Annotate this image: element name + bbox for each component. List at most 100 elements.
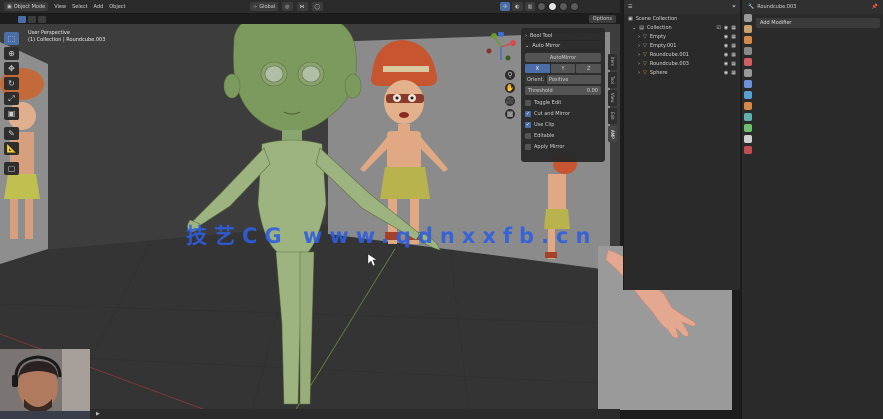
- select-mode-extend[interactable]: [28, 15, 36, 23]
- chevron-right-icon[interactable]: ›: [638, 43, 640, 49]
- xray-toggle[interactable]: ▥: [524, 2, 536, 11]
- render-tab-icon[interactable]: [744, 25, 752, 33]
- axis-z-toggle[interactable]: Z: [576, 64, 602, 73]
- checkbox[interactable]: ✓: [525, 110, 531, 117]
- move-tool[interactable]: ✥: [4, 62, 19, 75]
- camera-icon[interactable]: ▦: [731, 70, 736, 76]
- n-panel-tab-view[interactable]: View: [608, 90, 617, 106]
- outliner-item[interactable]: › ▽ Roundcube.001 ◉ ▦: [624, 50, 740, 59]
- select-box-tool[interactable]: ⬚: [4, 32, 19, 45]
- checkbox-row[interactable]: ✓ Cut and Mirror: [525, 108, 601, 119]
- chevron-right-icon[interactable]: ›: [638, 52, 640, 58]
- object-tab-icon[interactable]: [744, 80, 752, 88]
- eye-icon[interactable]: ◉: [724, 34, 728, 40]
- automirror-section-header[interactable]: ⌄ Auto Mirror: [525, 41, 601, 51]
- 3d-viewport[interactable]: User Perspective (1) Collection | Roundc…: [0, 24, 620, 419]
- measure-tool[interactable]: 📐: [4, 142, 19, 155]
- scene-collection-row[interactable]: ▣ Scene Collection: [624, 14, 740, 23]
- grid-view-icon[interactable]: ▦: [505, 109, 515, 119]
- outliner-item[interactable]: › ▽ Empty ◉ ▦: [624, 32, 740, 41]
- transform-orientation-select[interactable]: ⊹ Global: [250, 2, 279, 11]
- cursor-tool[interactable]: ⊕: [4, 47, 19, 60]
- transform-tool[interactable]: ▣: [4, 107, 19, 120]
- add-cube-tool[interactable]: ▢: [4, 162, 19, 175]
- world-tab-icon[interactable]: [744, 69, 752, 77]
- select-mode-subtract[interactable]: [38, 15, 46, 23]
- rendered-shading-button[interactable]: [570, 2, 580, 11]
- outliner-item[interactable]: › ▽ Sphere ◉ ▦: [624, 68, 740, 77]
- n-panel-tab-edit[interactable]: Edit: [608, 108, 617, 124]
- menu-select[interactable]: Select: [72, 4, 87, 10]
- eye-icon[interactable]: ◉: [724, 43, 728, 49]
- n-panel-tab-item[interactable]: Item: [608, 54, 617, 70]
- navigation-gizmo[interactable]: [486, 32, 516, 62]
- checkbox-row[interactable]: ✓ Use Clip: [525, 119, 601, 130]
- material-shading-button[interactable]: [559, 2, 569, 11]
- checkbox[interactable]: ✓: [525, 121, 531, 128]
- wireframe-shading-button[interactable]: [537, 2, 547, 11]
- chevron-right-icon[interactable]: ›: [638, 61, 640, 67]
- tool-tab-icon[interactable]: [744, 14, 752, 22]
- booltool-section-header[interactable]: › Bool Tool: [525, 31, 601, 41]
- collection-row[interactable]: ⌄ ▤ Collection ☑ ◉ ▦: [624, 23, 740, 32]
- rotate-tool[interactable]: ↻: [4, 77, 19, 90]
- eye-icon[interactable]: ◉: [724, 61, 728, 67]
- threshold-slider[interactable]: Threshold 0.00: [525, 86, 601, 95]
- modifier-tab-icon[interactable]: [744, 91, 752, 99]
- proportional-edit-toggle[interactable]: ◯: [311, 2, 324, 11]
- automirror-button[interactable]: AutoMirror: [525, 53, 601, 62]
- material-tab-icon[interactable]: [744, 146, 752, 154]
- axis-x-toggle[interactable]: X: [525, 64, 550, 73]
- options-dropdown[interactable]: Options: [588, 15, 616, 23]
- menu-add[interactable]: Add: [94, 4, 104, 10]
- chevron-right-icon[interactable]: ›: [638, 70, 640, 76]
- pan-hand-icon[interactable]: ✋: [505, 83, 515, 93]
- eye-icon[interactable]: ◉: [724, 25, 728, 31]
- eye-icon[interactable]: ◉: [724, 70, 728, 76]
- filter-icon[interactable]: ⏷: [732, 4, 736, 10]
- solid-shading-button[interactable]: [548, 2, 558, 11]
- snap-toggle[interactable]: ⋈: [296, 2, 308, 11]
- checkbox[interactable]: [525, 99, 531, 106]
- annotate-tool[interactable]: ✎: [4, 127, 19, 140]
- n-panel-tab-amp[interactable]: AMP: [608, 126, 617, 142]
- camera-icon[interactable]: 🎥: [505, 96, 515, 106]
- scene-tab-icon[interactable]: [744, 58, 752, 66]
- particles-tab-icon[interactable]: [744, 102, 752, 110]
- menu-view[interactable]: View: [54, 4, 66, 10]
- outliner-item[interactable]: › ▽ Roundcube.003 ◉ ▦: [624, 59, 740, 68]
- outliner-item[interactable]: › ▽ Empty.001 ◉ ▦: [624, 41, 740, 50]
- axis-y-toggle[interactable]: Y: [550, 64, 576, 73]
- add-modifier-button[interactable]: Add Modifier: [756, 18, 880, 28]
- view-layer-tab-icon[interactable]: [744, 47, 752, 55]
- checkbox-icon[interactable]: ☑: [716, 25, 720, 31]
- playback-icon[interactable]: ▶: [96, 411, 100, 417]
- camera-icon[interactable]: ▦: [731, 34, 736, 40]
- constraints-tab-icon[interactable]: [744, 124, 752, 132]
- select-mode-new[interactable]: [18, 15, 26, 23]
- checkbox-row[interactable]: Editable: [525, 130, 601, 141]
- pivot-point-select[interactable]: ◎: [282, 2, 293, 11]
- overlay-toggle[interactable]: ◐: [512, 2, 523, 11]
- camera-icon[interactable]: ▦: [731, 52, 736, 58]
- checkbox-row[interactable]: Apply Mirror: [525, 141, 601, 152]
- menu-object[interactable]: Object: [109, 4, 125, 10]
- data-tab-icon[interactable]: [744, 135, 752, 143]
- zoom-icon[interactable]: ⚲: [505, 70, 515, 80]
- orientation-select[interactable]: Positive: [547, 75, 601, 84]
- scale-tool[interactable]: ⤢: [4, 92, 19, 105]
- checkbox[interactable]: [525, 143, 531, 150]
- mode-selector[interactable]: ▣ Object Mode: [4, 2, 49, 11]
- n-panel-tab-tool[interactable]: Tool: [608, 72, 617, 88]
- output-tab-icon[interactable]: [744, 36, 752, 44]
- outliner-editor-icon[interactable]: ☰: [628, 4, 632, 10]
- checkbox-row[interactable]: Toggle Edit: [525, 97, 601, 108]
- camera-icon[interactable]: ▦: [731, 61, 736, 67]
- eye-icon[interactable]: ◉: [724, 52, 728, 58]
- pin-icon[interactable]: 📌: [872, 4, 878, 10]
- chevron-right-icon[interactable]: ›: [638, 34, 640, 40]
- camera-icon[interactable]: ▦: [731, 43, 736, 49]
- checkbox[interactable]: [525, 132, 531, 139]
- physics-tab-icon[interactable]: [744, 113, 752, 121]
- camera-icon[interactable]: ▦: [731, 25, 736, 31]
